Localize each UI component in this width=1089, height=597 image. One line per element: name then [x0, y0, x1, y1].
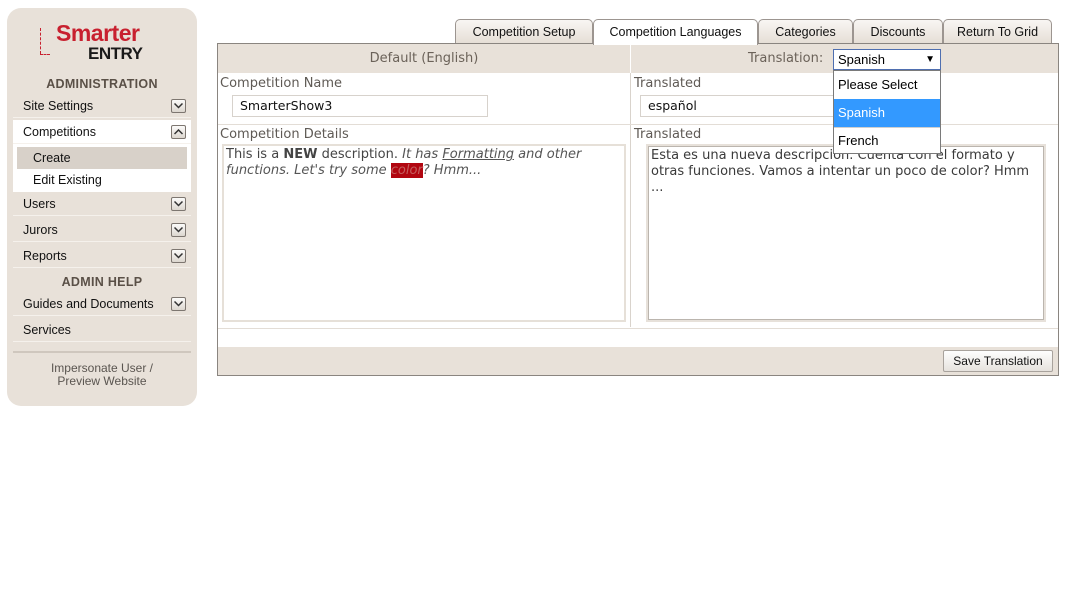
- logo-text-entry: ENTRY: [88, 44, 143, 63]
- logo-text-smarter: Smarter: [56, 20, 140, 46]
- smarter-entry-logo[interactable]: Smarter ENTRY: [40, 20, 150, 64]
- sidebar-item-label: Guides and Documents: [23, 297, 154, 311]
- option-spanish[interactable]: Spanish: [834, 99, 940, 127]
- sidebar-item-label: Site Settings: [23, 99, 94, 113]
- save-translation-button[interactable]: Save Translation: [943, 350, 1053, 372]
- details-text: description.: [317, 147, 403, 162]
- translation-language-select[interactable]: Spanish ▼: [833, 49, 941, 70]
- competition-details-editor[interactable]: This is a NEW description. It has Format…: [222, 144, 626, 322]
- sidebar-item-label: Competitions: [23, 125, 96, 139]
- tab-categories[interactable]: Categories: [758, 19, 853, 44]
- sidebar-item-label: Users: [23, 197, 56, 211]
- sidebar-item-reports[interactable]: Reports: [13, 244, 191, 268]
- sidebar-item-services[interactable]: Services: [13, 318, 191, 342]
- chevron-down-icon[interactable]: [171, 297, 186, 311]
- sidebar-item-site-settings[interactable]: Site Settings: [13, 94, 191, 118]
- sidebar-item-label: Reports: [23, 249, 67, 263]
- admin-sidebar: Smarter ENTRY ADMINISTRATION Site Settin…: [7, 8, 197, 406]
- sidebar-item-jurors[interactable]: Jurors: [13, 218, 191, 242]
- sidebar-item-users[interactable]: Users: [13, 192, 191, 216]
- sidebar-item-competitions[interactable]: Competitions: [13, 120, 191, 144]
- impersonate-link[interactable]: Impersonate User / Preview Website: [7, 362, 197, 388]
- column-divider: [630, 73, 631, 327]
- default-language-header: Default (English): [218, 44, 630, 73]
- logo-bracket-left: [40, 28, 44, 54]
- chevron-down-icon[interactable]: [171, 99, 186, 113]
- section-heading-admin-help: ADMIN HELP: [61, 275, 143, 289]
- select-value: Spanish: [838, 52, 885, 67]
- competition-name-label: Competition Name: [220, 76, 343, 91]
- competition-name-input[interactable]: SmarterShow3: [232, 95, 488, 117]
- sidebar-subitem-label: Create: [33, 151, 71, 165]
- section-heading-administration: ADMINISTRATION: [46, 77, 158, 91]
- translation-label: Translation:: [748, 51, 824, 66]
- chevron-down-icon[interactable]: [171, 197, 186, 211]
- competition-details-label: Competition Details: [220, 127, 349, 142]
- impersonate-line-2: Preview Website: [57, 374, 147, 388]
- details-underlined-text: Formatting: [442, 147, 515, 162]
- sidebar-item-label: Services: [23, 323, 71, 337]
- option-please-select[interactable]: Please Select: [834, 71, 940, 99]
- row-divider: [218, 328, 1058, 329]
- option-french[interactable]: French: [834, 127, 940, 155]
- sidebar-item-label: Jurors: [23, 223, 58, 237]
- sidebar-subitem-create[interactable]: Create: [17, 147, 187, 169]
- details-highlighted-text: color: [390, 163, 423, 178]
- tab-competition-languages[interactable]: Competition Languages: [593, 19, 758, 45]
- translated-name-input[interactable]: español: [640, 95, 840, 117]
- tab-discounts[interactable]: Discounts: [853, 19, 943, 44]
- chevron-down-icon[interactable]: [171, 249, 186, 263]
- dropdown-arrow-icon: ▼: [925, 54, 935, 65]
- tab-competition-setup[interactable]: Competition Setup: [455, 19, 593, 44]
- details-italic-text: It has: [402, 147, 443, 162]
- chevron-down-icon[interactable]: [171, 223, 186, 237]
- language-dropdown-list: Please Select Spanish French: [833, 70, 941, 154]
- translated-name-label: Translated: [634, 76, 702, 91]
- details-bold-text: NEW: [283, 147, 318, 162]
- sidebar-subitem-label: Edit Existing: [33, 173, 102, 187]
- sidebar-divider: [13, 351, 191, 353]
- sidebar-subitem-edit-existing[interactable]: Edit Existing: [17, 169, 187, 191]
- translated-details-textarea[interactable]: Esta es una nueva descripción. Cuenta co…: [648, 146, 1044, 320]
- tab-return-to-grid[interactable]: Return To Grid: [943, 19, 1052, 44]
- chevron-up-icon[interactable]: [171, 125, 186, 139]
- competitions-submenu: Create Edit Existing: [13, 144, 191, 192]
- sidebar-item-guides[interactable]: Guides and Documents: [13, 292, 191, 316]
- translated-details-label: Translated: [634, 127, 702, 142]
- details-text: This is a: [226, 147, 284, 162]
- logo-bracket-bottom: [40, 54, 50, 55]
- panel-footer: Save Translation: [218, 347, 1058, 375]
- details-italic-text: ? Hmm...: [422, 163, 482, 178]
